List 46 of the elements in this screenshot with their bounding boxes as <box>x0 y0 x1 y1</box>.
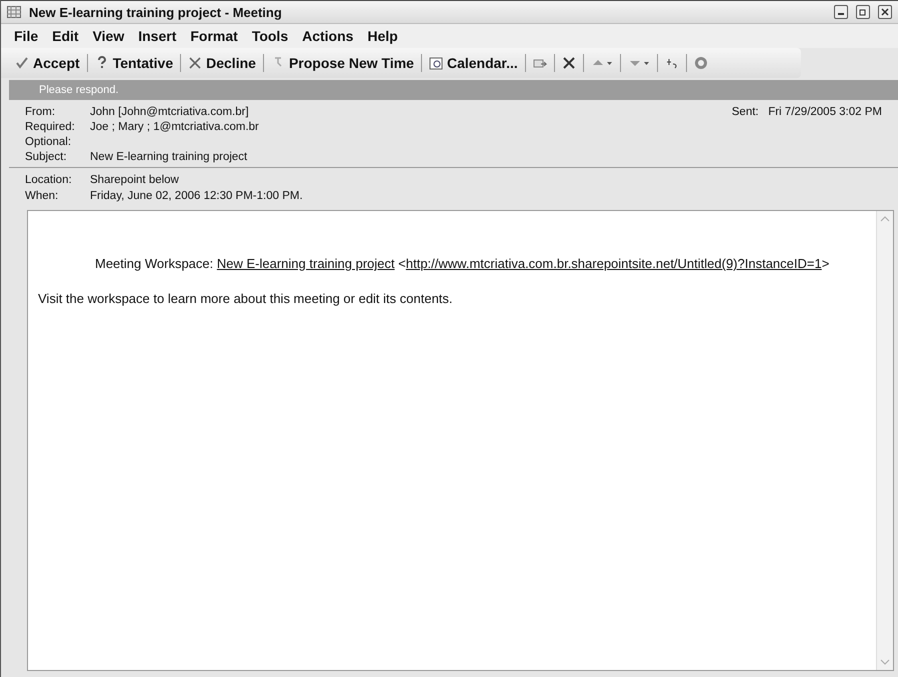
menu-item[interactable]: View <box>88 26 130 46</box>
body-text: Visit the workspace to learn more about this meeting or edit its contents. <box>38 291 454 306</box>
close-icon <box>881 8 889 16</box>
field-value: Joe ; Mary ; 1@mtcriativa.com.br <box>90 121 260 133</box>
sent-label: Sent: <box>732 106 759 118</box>
field-value: Sharepoint below <box>90 174 180 186</box>
field-value: Friday, June 02, 2006 12:30 PM-1:00 PM. <box>90 190 304 202</box>
field-value: John [John@mtcriativa.com.br] <box>90 106 250 118</box>
info-bar: Please respond. <box>9 80 898 100</box>
close-button[interactable] <box>878 5 892 19</box>
translate-icon <box>664 56 679 70</box>
workspace-link[interactable]: New E-learning training project <box>216 256 395 271</box>
menu-item[interactable]: Format <box>185 26 243 46</box>
calendar-icon <box>428 56 443 70</box>
delete-icon <box>562 56 576 70</box>
help-icon <box>694 56 708 70</box>
url-link[interactable]: http://www.mtcriativa.com.br.sharepointsite.net/Untitled(9)?InstanceID=1 <box>406 256 822 271</box>
sent-date: Fri 7/29/2005 3:02 PM <box>768 106 882 118</box>
toolbar-button[interactable]: Decline <box>184 53 260 73</box>
field-label: When: <box>25 190 60 202</box>
bracket: < <box>398 256 406 271</box>
window-title: New E-learning training project - Meeting <box>29 4 283 20</box>
menu-item[interactable]: File <box>9 26 44 46</box>
cross-icon <box>188 56 202 70</box>
menu-item[interactable]: Tools <box>246 26 294 46</box>
menu-item[interactable]: Edit <box>47 26 84 46</box>
minimize-button[interactable] <box>834 5 848 19</box>
field-label: Optional: <box>25 136 72 148</box>
field-label: Subject: <box>25 151 68 163</box>
menu-item[interactable]: Insert <box>133 26 182 46</box>
restore-button[interactable] <box>856 5 870 19</box>
field-label: Location: <box>25 174 73 186</box>
toolbar-button[interactable]: Calendar... <box>424 53 522 73</box>
field-label: Required: <box>25 121 76 133</box>
toolbar-button[interactable]: Propose New Time <box>266 53 418 73</box>
bracket: > <box>822 256 830 271</box>
check-icon <box>15 56 29 70</box>
field-label: From: <box>25 106 56 118</box>
field-value: New E-learning training project <box>90 151 248 163</box>
workspace-paragraph: Meeting Workspace: New E-learning training project <http://www.mtcriativa.com.br.sharepointsite.net/Untitled(9)?InstanceID=1> <box>94 255 830 273</box>
restore-icon <box>859 8 867 16</box>
menu-item[interactable]: Actions <box>297 26 358 46</box>
toolbar-button[interactable]: Tentative <box>90 53 178 73</box>
toolbar-button[interactable]: Accept <box>11 53 84 73</box>
menu-item[interactable]: Help <box>362 26 403 46</box>
calendar-grid-icon <box>7 6 21 18</box>
